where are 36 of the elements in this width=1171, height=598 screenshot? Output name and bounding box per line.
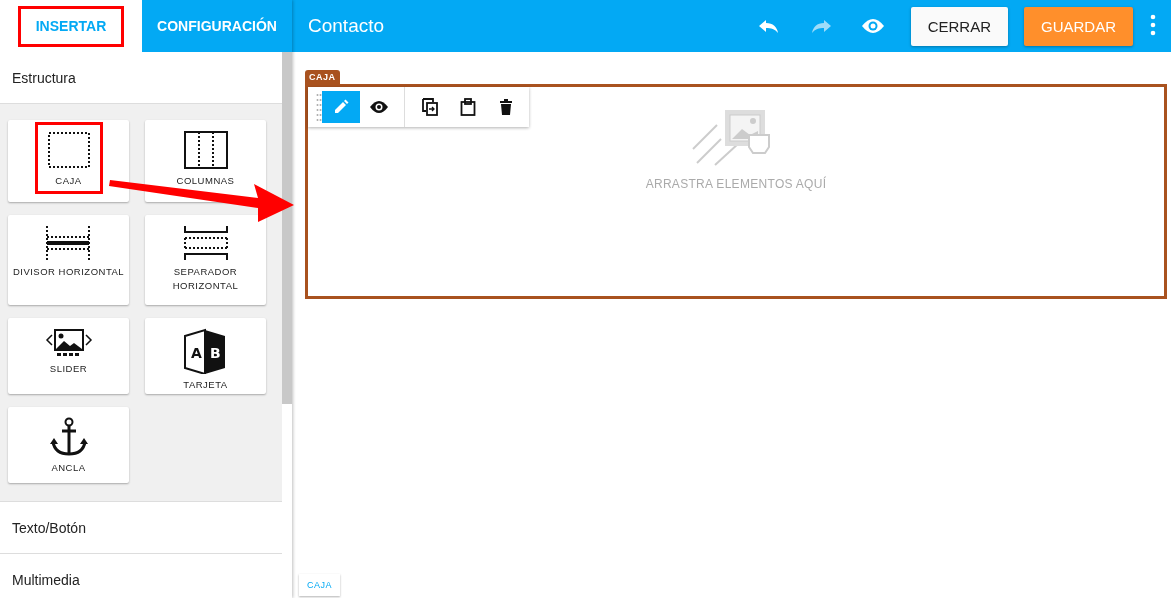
card-label: DIVISOR HORIZONTAL xyxy=(12,265,125,279)
scrollbar-thumb[interactable] xyxy=(282,52,292,404)
page-title: Contacto xyxy=(308,15,386,37)
card-label: COLUMNAS xyxy=(176,174,235,188)
box-icon xyxy=(45,130,92,170)
columns-icon xyxy=(182,130,229,170)
duplicate-icon[interactable] xyxy=(422,98,438,116)
section-header[interactable]: Estructura xyxy=(0,52,282,104)
element-card[interactable]: COLUMNAS xyxy=(145,120,266,202)
spacer-icon xyxy=(181,225,230,261)
drag-handle[interactable] xyxy=(316,92,322,122)
element-card[interactable]: SEPARADOR HORIZONTAL xyxy=(145,215,266,305)
undo-icon[interactable] xyxy=(757,19,780,33)
eye-icon[interactable] xyxy=(369,100,389,114)
card-label: CAJA xyxy=(55,174,82,188)
pencil-icon[interactable] xyxy=(333,99,349,115)
element-card[interactable]: SLIDER xyxy=(8,318,129,394)
slider-icon xyxy=(44,328,93,358)
anchor-icon xyxy=(48,417,89,457)
element-card[interactable]: A B TARJETA xyxy=(145,318,266,394)
element-card[interactable]: DIVISOR HORIZONTAL xyxy=(8,215,129,305)
element-card[interactable]: ANCLA xyxy=(8,407,129,483)
section-header[interactable]: Texto/Botón xyxy=(0,502,282,554)
clipboard-icon[interactable] xyxy=(460,98,476,116)
section-header[interactable]: Multimedia xyxy=(0,554,282,598)
more-icon[interactable] xyxy=(1150,13,1156,36)
card-label: TARJETA xyxy=(183,378,228,392)
divider-icon xyxy=(44,225,93,261)
element-card[interactable]: CAJA xyxy=(8,120,129,202)
card-label: SEPARADOR HORIZONTAL xyxy=(171,265,240,293)
card-label: ANCLA xyxy=(51,461,86,475)
card-label: SLIDER xyxy=(49,362,88,376)
trash-icon[interactable] xyxy=(499,99,513,115)
element-tag: CAJA xyxy=(305,70,340,84)
close-button[interactable]: CERRAR xyxy=(910,6,1008,46)
drop-hint: ARRASTRA ELEMENTOS AQUÍ xyxy=(645,177,827,191)
